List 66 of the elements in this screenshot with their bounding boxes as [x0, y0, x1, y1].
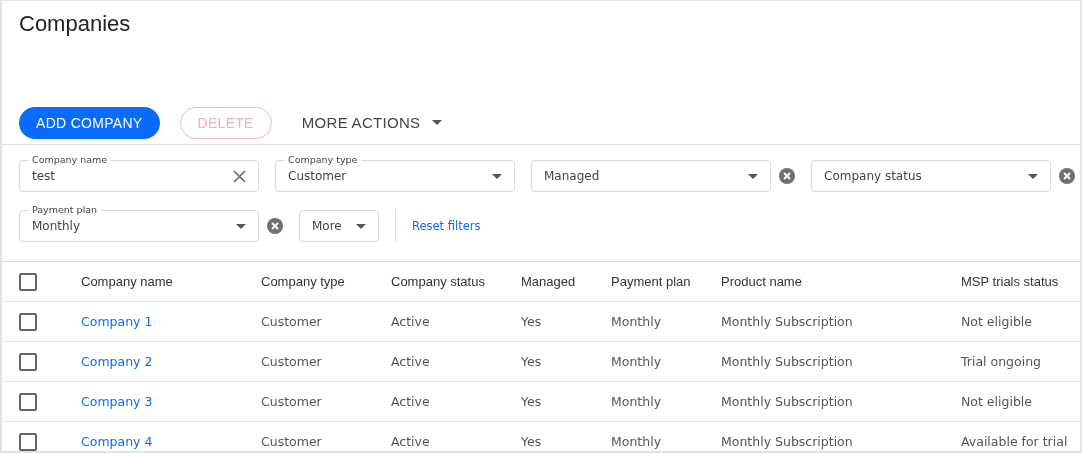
table-cell-text: Active	[391, 354, 431, 369]
row-checkbox[interactable]	[19, 352, 37, 371]
column-header: Company status	[391, 274, 486, 289]
table-cell-text: Monthly Subscription	[721, 314, 854, 329]
table-cell-text: Active	[391, 434, 431, 449]
close-icon[interactable]	[233, 169, 246, 183]
table-cell-text: Monthly Subscription	[721, 434, 854, 449]
clear-icon[interactable]	[779, 168, 795, 184]
field-label: Payment plan	[28, 204, 102, 215]
table-cell-text: Customer	[261, 354, 323, 369]
table-cell-text: Yes	[521, 394, 543, 409]
caret-icon	[236, 223, 246, 229]
more-actions-button[interactable]: MORE ACTIONS	[291, 106, 453, 139]
table-cell-text: Monthly Subscription	[721, 394, 854, 409]
field-value: Customer	[288, 169, 347, 183]
caret-icon	[1028, 173, 1038, 179]
company-link[interactable]: Company 3	[81, 394, 261, 409]
column-header: Managed	[521, 274, 577, 289]
table-cell-text: Customer	[261, 394, 323, 409]
more-select[interactable]: More	[299, 210, 379, 242]
caret-icon	[356, 223, 366, 229]
row-checkbox[interactable]	[19, 432, 37, 451]
caret-icon	[492, 173, 502, 179]
field-value: Monthly	[32, 219, 81, 233]
table-cell-text: Active	[391, 314, 431, 329]
column-header: Payment plan	[611, 274, 692, 289]
field-label: Company name	[28, 154, 112, 165]
column-header: MSP trials status	[961, 274, 1060, 289]
clear-icon[interactable]	[1059, 168, 1075, 184]
select-field[interactable]: Managed	[531, 160, 771, 192]
table-cell-text: Yes	[521, 354, 543, 369]
table-cell-text: Monthly	[611, 314, 663, 329]
reset-filters-link[interactable]: Reset filters	[412, 219, 481, 233]
clear-icon[interactable]	[267, 218, 283, 234]
page-title: Companies	[18, 10, 132, 38]
field-label: Company type	[284, 154, 362, 165]
table-cell-text: Monthly	[611, 394, 663, 409]
table-cell-text: Monthly	[611, 354, 663, 369]
company-link[interactable]: Company 4	[81, 434, 261, 449]
table-cell-text: Monthly	[611, 434, 663, 449]
field-value: Company status	[824, 169, 922, 183]
select-field[interactable]: Company status	[811, 160, 1051, 192]
select-all-checkbox[interactable]	[19, 272, 37, 291]
table-cell-text: Not eligible	[961, 394, 1033, 409]
table-cell-text: Trial ongoing	[961, 354, 1042, 369]
table-cell-text: Yes	[521, 314, 543, 329]
table-cell-text: Customer	[261, 314, 323, 329]
table-cell-text: Yes	[521, 434, 543, 449]
field-value: Managed	[544, 169, 600, 183]
add-button[interactable]: ADD COMPANY	[19, 106, 160, 139]
table-cell-text: Active	[391, 394, 431, 409]
row-checkbox[interactable]	[19, 312, 37, 331]
company-link[interactable]: Company 1	[81, 314, 261, 329]
row-checkbox[interactable]	[19, 392, 37, 411]
column-header: Company type	[261, 274, 346, 289]
table-cell-text: Customer	[261, 434, 323, 449]
column-header: Product name	[721, 274, 803, 289]
field-value: More	[312, 219, 342, 233]
table-cell-text: Monthly Subscription	[721, 354, 854, 369]
table-cell-text: Available for trial	[961, 434, 1069, 449]
column-header: Company name	[81, 274, 174, 289]
table-cell-text: Not eligible	[961, 314, 1033, 329]
caret-icon	[748, 173, 758, 179]
field-value: test	[32, 169, 56, 183]
company-link[interactable]: Company 2	[81, 354, 261, 369]
caret-icon	[432, 120, 443, 125]
